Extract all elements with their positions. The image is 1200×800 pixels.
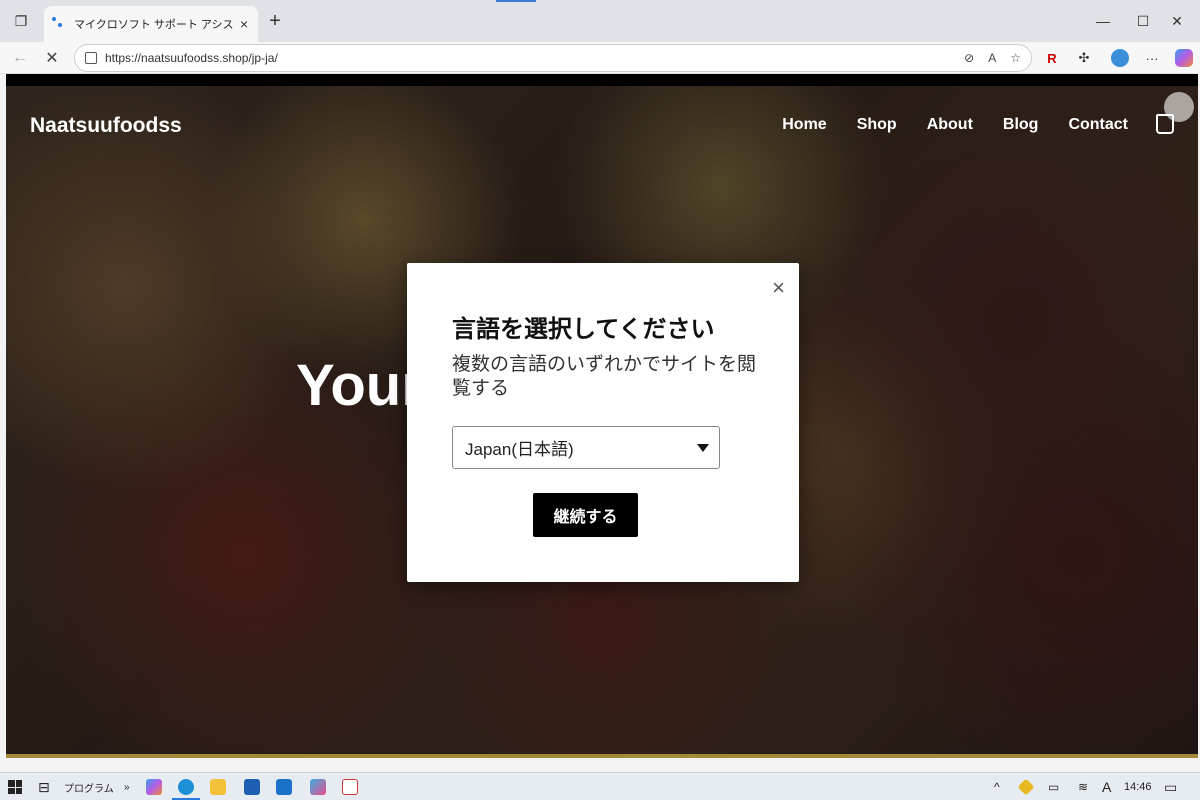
nav-shop[interactable]: Shop [857, 116, 897, 134]
task-view-icon[interactable]: ⊟ [38, 777, 50, 797]
favorite-star-icon[interactable]: ☆ [1010, 51, 1021, 65]
taskbar: ⊟ プログラム » ^ ▭ ≋ A 14:46 ▭ [0, 772, 1200, 800]
nav-contact[interactable]: Contact [1068, 116, 1128, 134]
battery-icon[interactable]: ▭ [1048, 777, 1059, 797]
page-bottom-strip [6, 754, 1198, 758]
tray-app-icon[interactable] [1017, 777, 1035, 797]
nav-home[interactable]: Home [782, 116, 826, 134]
wifi-icon[interactable]: ≋ [1078, 777, 1088, 797]
programs-toolbar[interactable]: プログラム [64, 777, 114, 797]
programs-expand-chevron[interactable]: » [124, 777, 130, 797]
continue-button[interactable]: 継続する [533, 493, 638, 537]
tracking-prevention-icon[interactable]: ⊘ [964, 51, 974, 65]
window-close-button[interactable]: ✕ [1154, 8, 1200, 34]
tab-strip: ❐ マイクロソフト サポート アシスタンス cor × + — ☐ ✕ [0, 0, 1200, 42]
profile-avatar-icon[interactable] [1108, 46, 1132, 70]
edge-taskbar-icon[interactable] [178, 777, 194, 797]
store-icon[interactable] [244, 777, 260, 797]
site-nav: Home Shop About Blog Contact [782, 116, 1128, 134]
stop-loading-button[interactable]: ✕ [40, 46, 64, 70]
new-tab-button[interactable]: + [264, 10, 286, 32]
tab-actions-icon[interactable]: ❐ [10, 10, 32, 32]
read-aloud-icon[interactable]: A [988, 51, 996, 65]
outlook-icon[interactable] [276, 777, 292, 797]
nav-about[interactable]: About [927, 116, 973, 134]
extensions-puzzle-icon[interactable]: ✣ [1072, 46, 1096, 70]
clock[interactable]: 14:46 [1124, 777, 1152, 797]
language-modal: × 言語を選択してください 複数の言語のいずれかでサイトを閲覧する Japan(… [407, 263, 799, 582]
visual-search-icon[interactable] [1164, 92, 1194, 122]
language-select[interactable]: Japan(日本語) [452, 426, 720, 469]
ime-indicator[interactable]: A [1102, 777, 1111, 797]
more-menu-icon[interactable]: ··· [1140, 46, 1164, 70]
extension-r-icon[interactable]: R [1040, 46, 1064, 70]
site-logo[interactable]: Naatsuufoodss [30, 114, 182, 138]
chevron-down-icon [697, 444, 709, 452]
app-icon[interactable] [310, 777, 326, 797]
tab-title: マイクロソフト サポート アシスタンス cor [74, 19, 234, 31]
loading-favicon-icon [52, 17, 66, 31]
navigation-bar: ← ✕ https://naatsuufoodss.shop/jp-ja/ ⊘ … [0, 42, 1200, 74]
file-explorer-icon[interactable] [210, 777, 226, 797]
modal-title: 言語を選択してください [452, 316, 715, 343]
copilot-icon[interactable] [1172, 46, 1196, 70]
start-button[interactable] [8, 777, 22, 797]
windows-icon [8, 780, 22, 794]
modal-description: 複数の言語のいずれかでサイトを閲覧する [452, 354, 757, 399]
browser-tab[interactable]: マイクロソフト サポート アシスタンス cor × [44, 6, 258, 42]
nav-blog[interactable]: Blog [1003, 116, 1039, 134]
url-text: https://naatsuufoodss.shop/jp-ja/ [105, 51, 278, 65]
lock-icon [85, 52, 97, 64]
language-select-value: Japan(日本語) [465, 440, 574, 459]
modal-close-icon[interactable]: × [772, 275, 785, 301]
snipping-tool-icon[interactable] [342, 777, 358, 797]
address-bar[interactable]: https://naatsuufoodss.shop/jp-ja/ ⊘ A ☆ [74, 44, 1032, 72]
tab-strip-accent [496, 0, 536, 2]
copilot-taskbar-icon[interactable] [146, 777, 162, 797]
tab-close-icon[interactable]: × [240, 16, 248, 32]
notification-icon[interactable]: ▭ [1164, 777, 1177, 797]
back-button[interactable]: ← [8, 46, 32, 70]
tray-overflow-icon[interactable]: ^ [994, 777, 1000, 797]
